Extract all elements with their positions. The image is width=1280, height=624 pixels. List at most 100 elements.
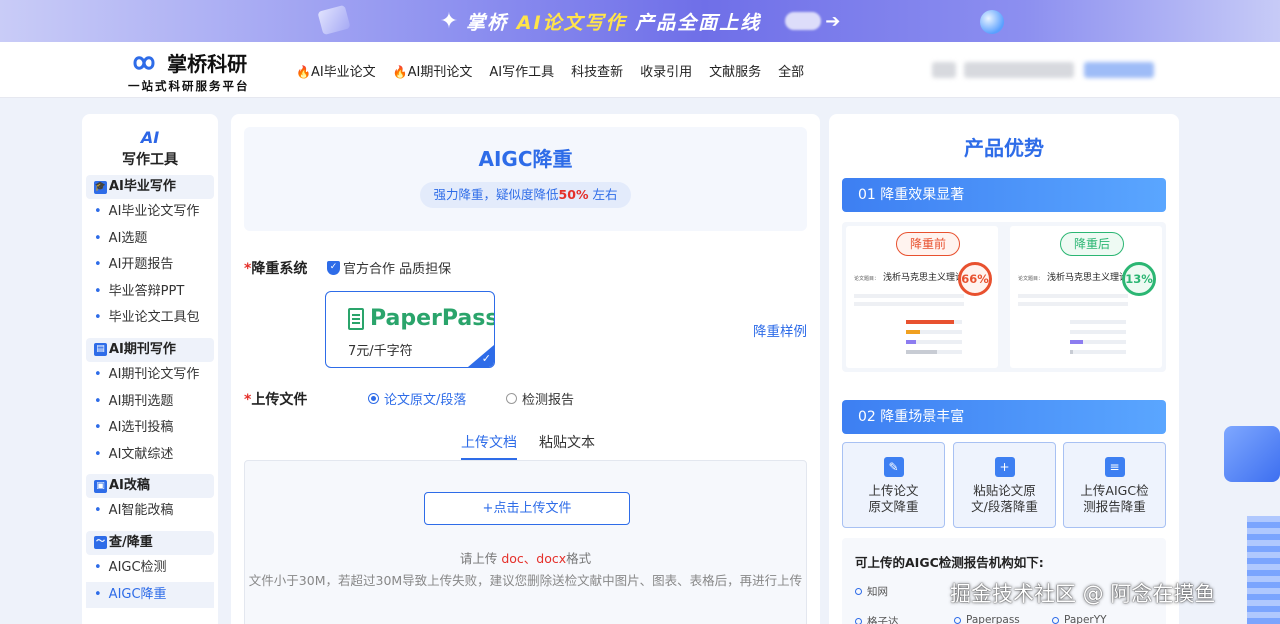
nav-all[interactable]: 全部: [778, 61, 804, 80]
infinity-logo-icon: [133, 55, 155, 70]
sidebar-group-journal: ▤AI期刊写作 AI期刊论文写作 AI期刊选题 AI选刊投稿 AI文献综述: [86, 337, 214, 469]
banner-brand: 掌桥: [466, 11, 509, 34]
before-percent: 66%: [958, 262, 992, 296]
report-line: [1018, 294, 1128, 298]
effect-tag: 强力降重，疑似度降低50% 左右: [419, 182, 632, 208]
nav-literature-service[interactable]: 文献服务: [709, 61, 761, 80]
edit-document-icon: ✎: [883, 457, 904, 477]
report-bar: [906, 330, 962, 334]
after-report: 降重后 论文题目： 浅析马克思主义理论 13%: [1010, 226, 1162, 368]
upload-tabs: 上传文档 粘贴文本: [461, 432, 617, 460]
sphere-decoration-icon: [980, 10, 1004, 34]
nav-ai-graduation-thesis[interactable]: 🔥AI毕业论文: [296, 61, 376, 80]
floating-service-button[interactable]: [1224, 426, 1280, 482]
feature-upload-report[interactable]: ≡ 上传AIGC检 测报告降重: [1063, 442, 1166, 528]
sidebar-item-aigc-reduce[interactable]: AIGC降重: [86, 581, 214, 609]
nav-ai-writing-tools[interactable]: AI写作工具: [489, 61, 554, 80]
radio-original-text[interactable]: 论文原文/段落: [368, 389, 466, 408]
report-bar: [1070, 330, 1126, 334]
star-icon: ✦: [439, 8, 459, 34]
feature-label: 上传论文 原文降重: [868, 483, 919, 514]
sidebar-group-title: 🎓 AI毕业写作: [86, 175, 214, 199]
radio-detection-report[interactable]: 检测报告: [506, 389, 574, 408]
sidebar-item-journal-topic[interactable]: AI期刊选题: [86, 389, 214, 416]
tools-sidebar: AI 写作工具 🎓AI毕业写作 AI毕业论文写作 AI选题 AI开题报告 毕业答…: [82, 114, 218, 624]
nav-label: 收录引用: [640, 65, 693, 80]
report-document-icon: ≡: [1104, 457, 1125, 477]
site-header: 掌桥科研 一站式科研服务平台 🔥AI毕业论文 🔥AI期刊论文 AI写作工具 科技…: [0, 42, 1280, 98]
sidebar-group-revise: ▣AI改稿 AI智能改稿: [86, 474, 214, 525]
sidebar-group-title: 〜查/降重: [86, 530, 214, 555]
group-title-text: AI期刊写作: [109, 341, 176, 357]
sidebar-group-title: ▣ AI改稿: [86, 474, 214, 499]
feature-label: 上传AIGC检 测报告降重: [1080, 483, 1149, 514]
banner-title: 掌桥 AI论文写作 产品全面上线: [466, 8, 761, 35]
nav-citation[interactable]: 收录引用: [640, 61, 692, 80]
section-effect-bar: 01 降重效果显著: [842, 178, 1166, 212]
sidebar-item-ai-topic[interactable]: AI选题: [86, 226, 214, 253]
system-label: *降重系统: [244, 258, 307, 278]
after-badge: 降重后: [1060, 232, 1124, 256]
site-logo[interactable]: 掌桥科研 一站式科研服务平台: [126, 48, 250, 94]
sidebar-item-smart-revise[interactable]: AI智能改稿: [86, 498, 214, 525]
sidebar-item-journal-writing[interactable]: AI期刊论文写作: [86, 362, 214, 389]
feature-upload-paper[interactable]: ✎ 上传论文 原文降重: [842, 442, 945, 528]
feature-paste-text[interactable]: + 粘贴论文原 文/段落降重: [953, 442, 1056, 528]
blurred-user-info: [932, 62, 956, 78]
arrow-right-icon: ➔: [825, 10, 841, 32]
sidebar-item-aigc-detect[interactable]: AIGC检测: [86, 555, 214, 582]
nav-ai-journal-paper[interactable]: 🔥AI期刊论文: [393, 61, 473, 80]
product-price: 7元/千字符: [348, 344, 413, 359]
upload-file-button[interactable]: +点击上传文件: [424, 492, 630, 525]
nav-novelty-search[interactable]: 科技查新: [571, 61, 623, 80]
paperpass-option-card[interactable]: PaperPass 7元/千字符 ✓: [325, 291, 495, 368]
check-icon: 〜: [94, 536, 107, 550]
upload-dropzone[interactable]: +点击上传文件 请上传 doc、docx格式 文件小于30M，若超过30M导致上…: [244, 460, 807, 624]
before-paper-title: 论文题目： 浅析马克思主义理论: [854, 270, 964, 283]
banner-highlight: AI论文写作: [516, 11, 627, 34]
tab-paste-text[interactable]: 粘贴文本: [539, 432, 595, 460]
sidebar-item-ai-proposal[interactable]: AI开题报告: [86, 252, 214, 279]
report-line: [1018, 302, 1128, 306]
blurred-account-button[interactable]: [1084, 62, 1154, 78]
floating-sidebar-widget[interactable]: [1247, 516, 1280, 624]
sidebar-group-graduation: 🎓AI毕业写作 AI毕业论文写作 AI选题 AI开题报告 毕业答辩PPT 毕业论…: [86, 175, 214, 332]
checkmark-icon: ✓: [481, 352, 491, 365]
advantages-title: 产品优势: [964, 136, 1044, 160]
paper-title: 浅析马克思主义理论: [883, 273, 965, 283]
before-badge: 降重前: [896, 232, 960, 256]
sidebar-item-journal-submit[interactable]: AI选刊投稿: [86, 415, 214, 442]
radio-dot: [368, 393, 379, 404]
sidebar-item-ai-thesis-writing[interactable]: AI毕业论文写作: [86, 199, 214, 226]
report-bar: [906, 320, 962, 324]
nav-label: AI写作工具: [489, 65, 555, 80]
hint-formats: doc、docx: [501, 551, 567, 566]
report-line: [854, 294, 964, 298]
sidebar-group-check: 〜查/降重 AIGC检测 AIGC降重: [86, 530, 214, 609]
sidebar-item-thesis-toolkit[interactable]: 毕业论文工具包: [86, 305, 214, 332]
sidebar-item-literature-review[interactable]: AI文献综述: [86, 442, 214, 469]
org-item: 格子达: [855, 614, 899, 624]
sidebar-header: AI 写作工具: [82, 114, 218, 169]
graduation-cap-icon: 🎓: [94, 180, 107, 194]
logo-name: 掌桥科研: [167, 52, 248, 76]
report-bar: [1070, 340, 1126, 344]
group-title-text: 查/降重: [109, 534, 153, 550]
sample-link[interactable]: 降重样例: [753, 320, 807, 340]
advantages-panel: 产品优势 01 降重效果显著 降重前 论文题目： 浅析马克思主义理论 66% 降重…: [829, 114, 1179, 624]
add-document-icon: +: [994, 457, 1015, 477]
revise-icon: ▣: [94, 479, 107, 493]
sidebar-item-defense-ppt[interactable]: 毕业答辩PPT: [86, 279, 214, 306]
banner-blurred-pill: [785, 12, 822, 30]
tab-upload-document[interactable]: 上传文档: [461, 432, 517, 460]
sidebar-title: 写作工具: [122, 152, 178, 168]
before-after-comparison: 降重前 论文题目： 浅析马克思主义理论 66% 降重后 论文题目： 浅析马克思主义理…: [842, 222, 1166, 372]
org-item: 知网: [855, 584, 888, 599]
tag-suffix: 左右: [588, 187, 618, 202]
promo-banner[interactable]: ✦ 掌桥 AI论文写作 产品全面上线 ➔: [0, 0, 1280, 42]
group-title-text: AI改稿: [109, 478, 150, 494]
report-bar: [1070, 320, 1126, 324]
nav-label: 全部: [778, 65, 805, 80]
group-title-text: AI毕业写作: [109, 179, 176, 194]
logo-slogan: 一站式科研服务平台: [128, 79, 250, 93]
